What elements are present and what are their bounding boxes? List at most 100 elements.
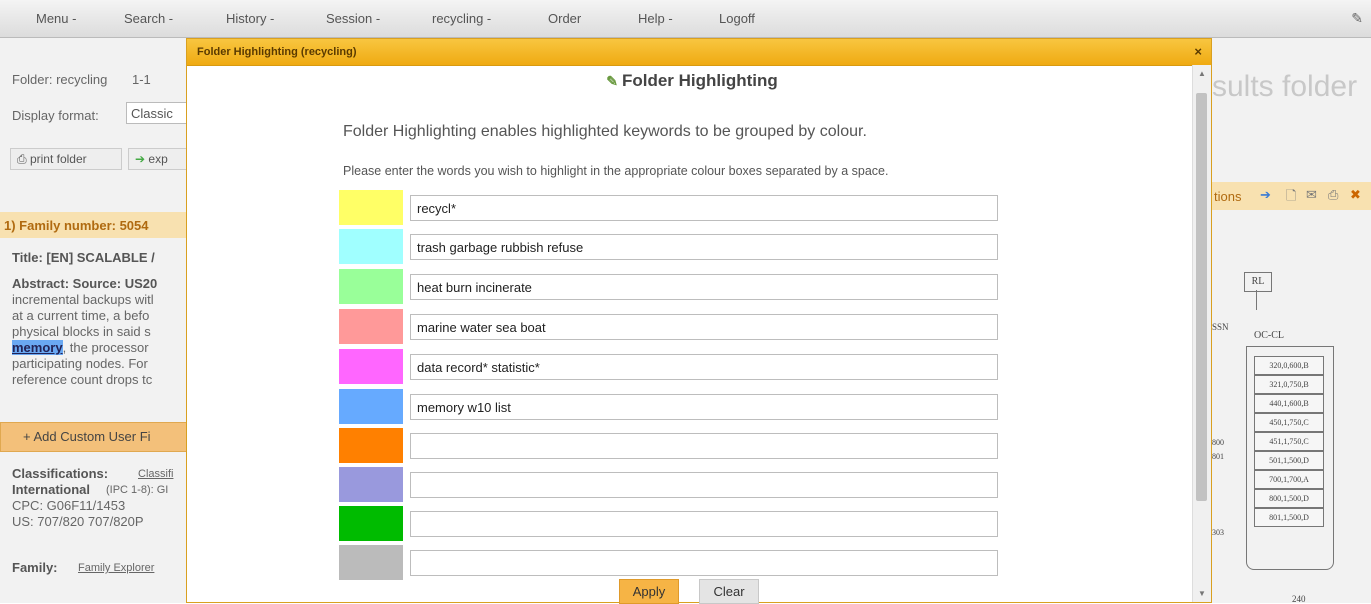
abstract-line-4: memory, the processor (12, 340, 149, 355)
dialog-header: Folder Highlighting (recycling) × (187, 39, 1211, 66)
colour-row-dark-green (339, 506, 999, 541)
menu-item-logoff[interactable]: Logoff (719, 11, 755, 26)
diagram-rl-box: RL (1244, 272, 1272, 292)
diagram-cell: 451,1,750,C (1254, 432, 1324, 451)
results-folder-title: sults folder (1212, 70, 1358, 103)
colour-swatch (339, 309, 403, 344)
diagram-ssn: SSN (1212, 322, 1229, 332)
keyword-input-cyan[interactable] (410, 234, 998, 260)
colour-swatch (339, 389, 403, 424)
close-icon[interactable]: × (1194, 44, 1202, 59)
colour-swatch (339, 545, 403, 580)
diagram-occl: OC-CL (1254, 330, 1284, 341)
clear-button[interactable]: Clear (699, 579, 759, 604)
menu-item-recycling[interactable]: recycling - (432, 11, 491, 26)
instructions-text: Please enter the words you wish to highl… (343, 164, 889, 178)
apply-button[interactable]: Apply (619, 579, 679, 604)
colour-swatch (339, 229, 403, 264)
colour-row-cyan (339, 229, 999, 264)
pen-icon[interactable]: ✎ (1351, 10, 1363, 27)
add-custom-field-button[interactable]: + Add Custom User Fi (0, 422, 200, 452)
top-menu-bar: Menu - Search - History - Session - recy… (0, 0, 1371, 38)
abstract-line-2: at a current time, a befo (12, 308, 150, 323)
arrow-right-icon[interactable]: ➔ (1260, 187, 1271, 203)
options-bar: tions ➔ 🗋 ✉ ⎙ ✖ (1212, 182, 1371, 210)
abstract-line-3: physical blocks in said s (12, 324, 151, 339)
colour-row-pink (339, 309, 999, 344)
menu-item-history[interactable]: History - (226, 11, 274, 26)
keyword-input-grey[interactable] (410, 550, 998, 576)
keyword-input-blue[interactable] (410, 394, 998, 420)
diagram-cell: 800,1,500,D (1254, 489, 1324, 508)
print-folder-button[interactable]: ⎙ print folder (10, 148, 122, 170)
keyword-input-yellow[interactable] (410, 195, 998, 221)
keyword-input-dark-green[interactable] (410, 511, 998, 537)
close-result-icon[interactable]: ✖ (1350, 187, 1361, 203)
scroll-up-icon[interactable]: ▲ (1198, 69, 1206, 78)
abstract-line-5: participating nodes. For (12, 356, 148, 371)
diagram-cell: 450,1,750,C (1254, 413, 1324, 432)
diagram-cell: 440,1,600,B (1254, 394, 1324, 413)
export-button[interactable]: ➔ exp (128, 148, 188, 170)
dialog-heading: ✎ Folder Highlighting (187, 71, 1197, 91)
colour-row-blue (339, 389, 999, 424)
display-format-value: Classic (131, 106, 173, 121)
family-explorer-link[interactable]: Family Explorer (78, 562, 154, 574)
patent-diagram: RL SSN OC-CL 320,0,600,B 321,0,750,B 440,1… (1212, 260, 1371, 604)
diagram-cell: 320,0,600,B (1254, 356, 1324, 375)
pen-icon: ✎ (606, 73, 618, 89)
keyword-input-green[interactable] (410, 274, 998, 300)
menu-item-search[interactable]: Search - (124, 11, 173, 26)
email-icon[interactable]: ✉ (1306, 187, 1317, 203)
intro-text: Folder Highlighting enables highlighted … (343, 123, 867, 140)
colour-row-orange (339, 428, 999, 463)
colour-swatch (339, 190, 403, 225)
classifications-link[interactable]: Classifi (138, 468, 173, 480)
abstract-line-4-rest: , the processor (62, 340, 149, 355)
diagram-num-303: 303 (1212, 528, 1224, 537)
scroll-down-icon[interactable]: ▼ (1198, 589, 1206, 598)
colour-row-yellow (339, 190, 999, 225)
print-icon-2[interactable]: ⎙ (1328, 187, 1338, 203)
diagram-num-800: 800 (1212, 438, 1224, 447)
export-label: exp (148, 152, 168, 166)
keyword-input-magenta[interactable] (410, 354, 998, 380)
menu-item-help[interactable]: Help - (638, 11, 673, 26)
colour-swatch (339, 467, 403, 502)
menu-item-session[interactable]: Session - (326, 11, 380, 26)
folder-highlighting-dialog: Folder Highlighting (recycling) × ▲ ▼ ✎ F… (186, 38, 1212, 604)
diagram-num-801: 801 (1212, 452, 1224, 461)
classifications-label: Classifications: (12, 466, 109, 481)
dialog-scrollbar[interactable]: ▲ ▼ (1192, 65, 1211, 602)
print-icon: ⎙ (17, 152, 27, 166)
folder-range: 1-1 (132, 72, 151, 87)
print-folder-label: print folder (29, 152, 87, 166)
colour-swatch (339, 506, 403, 541)
add-custom-label: + Add Custom User Fi (23, 429, 151, 444)
display-format-label: Display format: (12, 108, 99, 123)
keyword-input-orange[interactable] (410, 433, 998, 459)
title-line: Title: [EN] SCALABLE / (12, 250, 155, 265)
dialog-title: Folder Highlighting (recycling) (197, 46, 357, 58)
colour-swatch (339, 349, 403, 384)
diagram-cell: 501,1,500,D (1254, 451, 1324, 470)
colour-row-lavender (339, 467, 999, 502)
diagram-cell: 700,1,700,A (1254, 470, 1324, 489)
colour-row-green (339, 269, 999, 304)
options-label: tions (1214, 189, 1242, 204)
document-icon[interactable]: 🗋 (1286, 187, 1296, 209)
abstract-line-6: reference count drops tc (12, 372, 153, 387)
colour-swatch (339, 269, 403, 304)
scrollbar-thumb[interactable] (1196, 93, 1207, 501)
colour-row-grey (339, 545, 999, 580)
export-icon: ➔ (135, 152, 146, 166)
colour-row-magenta (339, 349, 999, 384)
abstract-line-0: Abstract: Source: US20 (12, 276, 158, 291)
dialog-heading-text: Folder Highlighting (621, 71, 778, 90)
diagram-cell: 801,1,500,D (1254, 508, 1324, 527)
keyword-input-lavender[interactable] (410, 472, 998, 498)
menu-item-menu[interactable]: Menu - (36, 11, 76, 26)
family-label: Family: (12, 560, 58, 575)
menu-item-order[interactable]: Order (548, 11, 581, 26)
keyword-input-pink[interactable] (410, 314, 998, 340)
